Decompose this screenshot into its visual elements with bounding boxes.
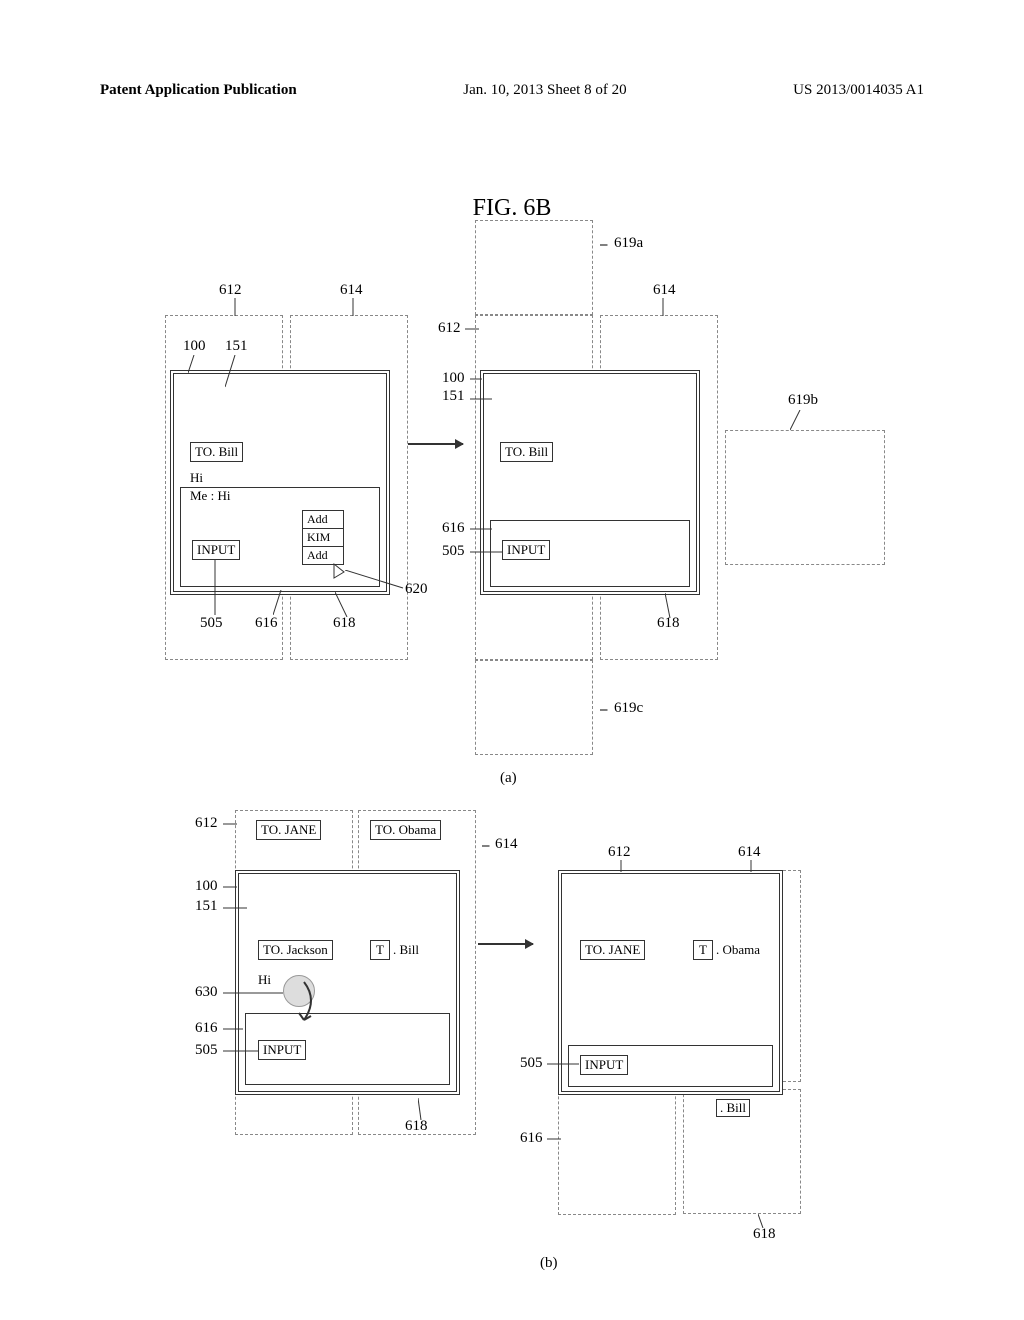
lbl-612-aR: 612: [438, 320, 461, 337]
dot-bill-bR: . Bill: [716, 1099, 750, 1117]
lbl-614-aL: 614: [340, 282, 363, 299]
dot-obama-bR: . Obama: [716, 942, 760, 958]
lbl-100-aR: 100: [442, 370, 465, 387]
lbl-100-aL: 100: [183, 338, 206, 355]
lbl-616-bR: 616: [520, 1130, 543, 1147]
lbl-618-aL: 618: [333, 615, 356, 632]
to-obama-bL: TO. Obama: [370, 820, 441, 840]
lbl-614-bL: 614: [495, 836, 518, 853]
lbl-616-aR: 616: [442, 520, 465, 537]
sub-b: (b): [540, 1255, 558, 1272]
input-bL[interactable]: INPUT: [258, 1040, 306, 1060]
to-bill-a-left: TO. Bill: [190, 442, 243, 462]
to-bill-a-right: TO. Bill: [500, 442, 553, 462]
lbl-612-aL: 612: [219, 282, 242, 299]
hi-a-left: Hi: [190, 470, 203, 486]
to-jane-bL: TO. JANE: [256, 820, 321, 840]
header-right: US 2013/0014035 A1: [793, 82, 924, 99]
lbl-619c: 619c: [614, 700, 643, 717]
header-left: Patent Application Publication: [100, 82, 297, 99]
lbl-620-aL: 620: [405, 581, 428, 598]
lbl-616-aL: 616: [255, 615, 278, 632]
lbl-630-bL: 630: [195, 984, 218, 1001]
lbl-619b: 619b: [788, 392, 818, 409]
lbl-505-bL: 505: [195, 1042, 218, 1059]
lbl-612-bR: 612: [608, 844, 631, 861]
arrow-b: [478, 943, 533, 945]
input-a-right[interactable]: INPUT: [502, 540, 550, 560]
figure-title: FIG. 6B: [473, 195, 552, 222]
dot-bill-bL: . Bill: [393, 942, 419, 958]
header-center: Jan. 10, 2013 Sheet 8 of 20: [463, 82, 626, 99]
lbl-614-bR: 614: [738, 844, 761, 861]
hi-bL: Hi: [258, 972, 271, 988]
box-619b: [725, 430, 885, 565]
lbl-100-bL: 100: [195, 878, 218, 895]
sub-a: (a): [500, 770, 517, 787]
me-hi-a-left: Me : Hi: [190, 488, 230, 504]
lbl-151-aL: 151: [225, 338, 248, 355]
t-box-bR: T: [693, 940, 713, 960]
to-jane-bR: TO. JANE: [580, 940, 645, 960]
lbl-505-aR: 505: [442, 543, 465, 560]
lbl-151-bL: 151: [195, 898, 218, 915]
arrow-a: [408, 443, 463, 445]
lbl-612-bL: 612: [195, 815, 218, 832]
to-jackson-bL: TO. Jackson: [258, 940, 333, 960]
lbl-505-aL: 505: [200, 615, 223, 632]
lbl-616-bL: 616: [195, 1020, 218, 1037]
t-box-bL: T: [370, 940, 390, 960]
lbl-151-aR: 151: [442, 388, 465, 405]
lbl-505-bR: 505: [520, 1055, 543, 1072]
box-619a: [475, 220, 593, 315]
add-top[interactable]: Add: [302, 510, 344, 529]
diagram-area: TO. Bill Hi Me : Hi INPUT Add KIM Add 61…: [0, 220, 1024, 1320]
box-619c: [475, 660, 593, 755]
lbl-619a: 619a: [614, 235, 643, 252]
input-a-left[interactable]: INPUT: [192, 540, 240, 560]
lbl-618-bL: 618: [405, 1118, 428, 1135]
kim-box: KIM: [302, 528, 344, 547]
lbl-614-aR: 614: [653, 282, 676, 299]
lbl-618-bR: 618: [753, 1226, 776, 1243]
input-bR[interactable]: INPUT: [580, 1055, 628, 1075]
